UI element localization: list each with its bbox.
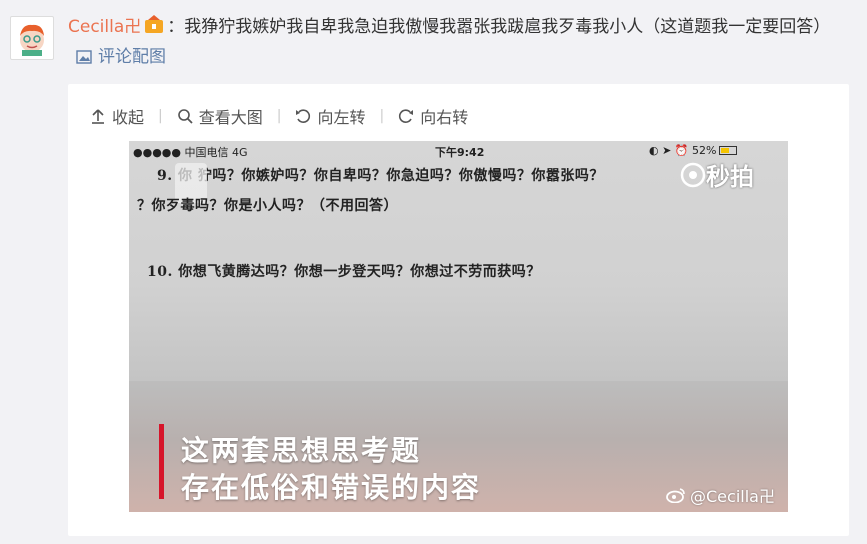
avatar[interactable]: [10, 16, 54, 60]
weibo-logo-icon: [666, 488, 685, 503]
status-battery: 52%: [692, 144, 717, 157]
vip-badge-icon: [143, 15, 165, 35]
image-toolbar: 收起 | 查看大图 | 向左转 | 向右转: [90, 102, 468, 130]
rotate-left-icon: [296, 109, 311, 123]
attached-photo[interactable]: ●●●●● 中国电信 4G 下午9:42 ◐ ➤ ⏰ 52% 9. 你 狞吗？你…: [129, 141, 788, 512]
weibo-watermark: @Cecilla卍: [666, 483, 775, 507]
username-link[interactable]: Cecilla卍: [68, 17, 141, 37]
printed-question-9: 9. 你 狞吗？你嫉妒吗？你自卑吗？你急迫吗？你傲慢吗？你嚣张吗？: [157, 168, 604, 184]
view-large-label: 查看大图: [198, 108, 263, 127]
rotate-left-button[interactable]: 向左转: [295, 104, 365, 128]
video-caption-line-2: 存在低俗和错误的内容: [181, 471, 482, 504]
caption-accent-bar: [159, 424, 164, 499]
weibo-handle: @Cecilla卍: [690, 487, 775, 506]
collapse-arrow-icon: [92, 109, 104, 124]
miaopai-text: 秒拍: [706, 163, 754, 191]
collapse-label: 收起: [112, 108, 145, 127]
status-time: 下午9:42: [435, 146, 485, 159]
toolbar-divider: |: [379, 108, 385, 124]
toolbar-divider: |: [276, 108, 282, 124]
toolbar-divider: |: [158, 108, 163, 124]
collapse-button[interactable]: 收起: [90, 104, 144, 128]
video-caption-line-1: 这两套思想思考题: [181, 434, 422, 467]
comment-pic-label: 评论配图: [98, 47, 166, 67]
view-large-button[interactable]: 查看大图: [177, 104, 263, 128]
image-panel: 收起 | 查看大图 | 向左转 | 向右转 ●●●●● 中国电信 4G 下午9:…: [68, 84, 849, 536]
lock-icon: ◐ ➤ ⏰: [649, 144, 693, 157]
comment-text-block: Cecilla卍 ：我狰狞我嫉妒我自卑我急迫我傲慢我嚣张我跋扈我歹毒我小人（这道题…: [68, 12, 858, 74]
comment-pic-link[interactable]: 评论配图: [76, 47, 166, 67]
status-carrier: ●●●●● 中国电信 4G: [133, 146, 248, 159]
printed-question-9-cont: ？你歹毒吗？你是小人吗？（不用回答）: [137, 198, 398, 214]
avatar-cartoon-icon: [20, 24, 44, 56]
printed-question-10: 10. 你想飞黄腾达吗？你想一步登天吗？你想过不劳而获吗？: [147, 264, 541, 280]
battery-icon: [719, 146, 738, 155]
rotate-right-button[interactable]: 向右转: [398, 104, 468, 128]
magnifier-icon: [177, 109, 193, 124]
comment-body: ：我狰狞我嫉妒我自卑我急迫我傲慢我嚣张我跋扈我歹毒我小人（这道题我一定要回答）: [167, 17, 831, 37]
miaopai-logo-icon: [680, 162, 706, 187]
rotate-left-label: 向左转: [317, 108, 366, 127]
image-icon: [76, 44, 92, 74]
rotate-right-label: 向右转: [420, 108, 469, 127]
miaopai-watermark: 秒拍: [680, 157, 754, 192]
rotate-right-icon: [399, 109, 414, 123]
status-right: ◐ ➤ ⏰ 52%: [649, 144, 738, 157]
